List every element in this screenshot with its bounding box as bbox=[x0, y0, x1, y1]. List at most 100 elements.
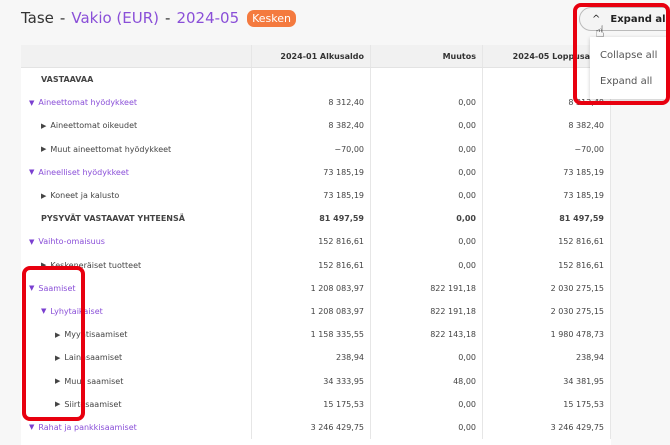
row-label: Lainasaamiset bbox=[64, 353, 123, 363]
caret-right-icon[interactable]: ▶ bbox=[55, 331, 60, 339]
value-cell: 1 158 335,55 bbox=[252, 323, 371, 347]
row-label: Aineettomat oikeudet bbox=[50, 121, 138, 131]
row-label-cell: ▶ Lainasaamiset bbox=[21, 346, 252, 370]
title-sep: - bbox=[59, 9, 66, 27]
value-cell: 73 185,19 bbox=[252, 183, 371, 208]
status-badge: Kesken bbox=[247, 9, 297, 27]
value-cell: 0,00 bbox=[371, 346, 483, 370]
value-cell: 73 185,19 bbox=[483, 160, 611, 184]
caret-right-icon[interactable]: ▶ bbox=[41, 145, 46, 153]
hand-cursor-icon: ☝ bbox=[595, 22, 605, 41]
row-label: Myyntisaamiset bbox=[64, 330, 128, 340]
value-cell: 152 816,61 bbox=[252, 230, 371, 254]
value-cell: 73 185,19 bbox=[252, 160, 371, 184]
value-cell: 15 175,53 bbox=[252, 392, 371, 416]
expand-all-label: Expand all bbox=[610, 13, 669, 25]
value-cell: −70,00 bbox=[483, 137, 611, 161]
table-row[interactable]: ▶ Muut aineettomat hyödykkeet −70,00 0,00 −7… bbox=[21, 137, 611, 161]
ledger-link[interactable]: Vakio (EUR) bbox=[71, 9, 159, 27]
title-text: Tase bbox=[21, 9, 54, 27]
row-label-cell: ▼ Rahat ja pankkisaamiset bbox=[21, 415, 252, 439]
value-cell: 48,00 bbox=[371, 369, 483, 393]
table-row[interactable]: ▶ Myyntisaamiset 1 158 335,55 822 143,18 1 9… bbox=[21, 323, 611, 347]
value-cell: 8 382,40 bbox=[252, 114, 371, 138]
caret-down-icon[interactable]: ▼ bbox=[29, 423, 34, 431]
row-label[interactable]: Saamiset bbox=[38, 284, 75, 293]
value-cell: 2 030 275,15 bbox=[483, 276, 611, 300]
table-row[interactable]: ▶ Keskeneräiset tuotteet 152 816,61 0,00 152… bbox=[21, 253, 611, 277]
row-label-cell: ▶ Aineettomat oikeudet bbox=[21, 114, 252, 138]
row-label-cell: PYSYVÄT VASTAAVAT YHTEENSÄ bbox=[21, 207, 252, 231]
row-label-cell: ▶ Muut saamiset bbox=[21, 369, 252, 393]
value-cell: 0,00 bbox=[371, 207, 483, 231]
value-cell: 822 191,18 bbox=[371, 299, 483, 324]
table-row[interactable]: ▶ Lainasaamiset 238,94 0,00 238,94 bbox=[21, 346, 611, 370]
row-label-cell: ▶ Siirtosaamiset bbox=[21, 392, 252, 416]
caret-down-icon[interactable]: ▼ bbox=[29, 238, 34, 246]
row-label-cell: ▶ Myyntisaamiset bbox=[21, 323, 252, 347]
caret-right-icon[interactable]: ▶ bbox=[55, 377, 60, 385]
value-cell bbox=[371, 68, 483, 92]
caret-down-icon[interactable]: ▼ bbox=[29, 99, 34, 107]
col-header-change[interactable]: Muutos bbox=[371, 45, 483, 67]
value-cell: 8 312,40 bbox=[252, 91, 371, 115]
value-cell: 0,00 bbox=[371, 415, 483, 439]
expand-menu: Collapse all Expand all bbox=[590, 37, 670, 99]
row-label[interactable]: Lyhytaikaiset bbox=[50, 307, 102, 316]
caret-right-icon[interactable]: ▶ bbox=[41, 192, 46, 200]
row-label-cell: ▼ Vaihto-omaisuus bbox=[21, 230, 252, 254]
value-cell: 3 246 429,75 bbox=[252, 415, 371, 439]
row-label: Muut aineettomat hyödykkeet bbox=[50, 144, 172, 154]
caret-right-icon[interactable]: ▶ bbox=[55, 400, 60, 408]
caret-right-icon[interactable]: ▶ bbox=[41, 122, 46, 130]
table-row[interactable]: ▼ Saamiset 1 208 083,97 822 191,18 2 030 275… bbox=[21, 276, 611, 300]
row-label[interactable]: Rahat ja pankkisaamiset bbox=[38, 423, 136, 432]
value-cell: 34 381,95 bbox=[483, 369, 611, 393]
caret-down-icon[interactable]: ▼ bbox=[41, 307, 46, 315]
row-label-cell: ▼ Saamiset bbox=[21, 276, 252, 300]
value-cell: 822 143,18 bbox=[371, 323, 483, 347]
col-header-label bbox=[21, 45, 252, 67]
menu-item-expand-all[interactable]: Expand all bbox=[590, 68, 670, 94]
table-row[interactable]: ▶ Aineettomat oikeudet 8 382,40 0,00 8 382,4… bbox=[21, 114, 611, 138]
value-cell: 0,00 bbox=[371, 114, 483, 138]
table-row[interactable]: ▼ Lyhytaikaiset 1 208 083,97 822 191,18 2 03… bbox=[21, 299, 611, 324]
table-row[interactable]: ▼ Aineettomat hyödykkeet 8 312,40 0,00 8 312… bbox=[21, 91, 611, 115]
value-cell: 3 246 429,75 bbox=[483, 415, 611, 439]
value-cell: 238,94 bbox=[252, 346, 371, 370]
value-cell: 0,00 bbox=[371, 183, 483, 208]
caret-down-icon[interactable]: ▼ bbox=[29, 168, 34, 176]
table-row[interactable]: ▼ Vaihto-omaisuus 152 816,61 0,00 152 816,61 bbox=[21, 230, 611, 254]
col-header-opening[interactable]: 2024-01 Alkusaldo bbox=[252, 45, 371, 67]
caret-down-icon[interactable]: ▼ bbox=[29, 284, 34, 292]
expand-all-button[interactable]: ^ Expand all bbox=[579, 7, 670, 31]
menu-item-collapse-all[interactable]: Collapse all bbox=[590, 42, 670, 68]
row-label[interactable]: Vaihto-omaisuus bbox=[38, 237, 105, 246]
row-label-cell: ▶ Koneet ja kalusto bbox=[21, 183, 252, 208]
table-row[interactable]: ▶ Muut saamiset 34 333,95 48,00 34 381,95 bbox=[21, 369, 611, 393]
value-cell bbox=[252, 68, 371, 92]
table-row[interactable]: ▼ Rahat ja pankkisaamiset 3 246 429,75 0,00… bbox=[21, 415, 611, 439]
value-cell: 152 816,61 bbox=[483, 253, 611, 277]
value-cell: 81 497,59 bbox=[483, 207, 611, 231]
value-cell: 822 191,18 bbox=[371, 276, 483, 300]
caret-right-icon[interactable]: ▶ bbox=[55, 354, 60, 362]
table-row[interactable]: ▼ Aineelliset hyödykkeet 73 185,19 0,00 73 1… bbox=[21, 160, 611, 184]
table-row[interactable]: ▶ Koneet ja kalusto 73 185,19 0,00 73 185,19 bbox=[21, 183, 611, 208]
row-label[interactable]: Aineelliset hyödykkeet bbox=[38, 168, 129, 177]
row-label-cell: ▶ Keskeneräiset tuotteet bbox=[21, 253, 252, 277]
value-cell: 81 497,59 bbox=[252, 207, 371, 231]
value-cell: 1 208 083,97 bbox=[252, 299, 371, 324]
row-label: Siirtosaamiset bbox=[64, 399, 122, 409]
row-label-cell: ▶ Muut aineettomat hyödykkeet bbox=[21, 137, 252, 161]
table-row[interactable]: ▶ Siirtosaamiset 15 175,53 0,00 15 175,53 bbox=[21, 392, 611, 416]
table-header: 2024-01 Alkusaldo Muutos 2024-05 Loppusa… bbox=[21, 45, 611, 68]
period-link[interactable]: 2024-05 bbox=[176, 9, 239, 27]
value-cell: 8 382,40 bbox=[483, 114, 611, 138]
row-label[interactable]: Aineettomat hyödykkeet bbox=[38, 98, 137, 107]
caret-right-icon[interactable]: ▶ bbox=[41, 261, 46, 269]
value-cell: −70,00 bbox=[252, 137, 371, 161]
title-sep: - bbox=[165, 9, 171, 27]
page-title: Tase - Vakio (EUR) - 2024-05 Kesken bbox=[21, 9, 297, 27]
row-label: Muut saamiset bbox=[64, 376, 124, 386]
